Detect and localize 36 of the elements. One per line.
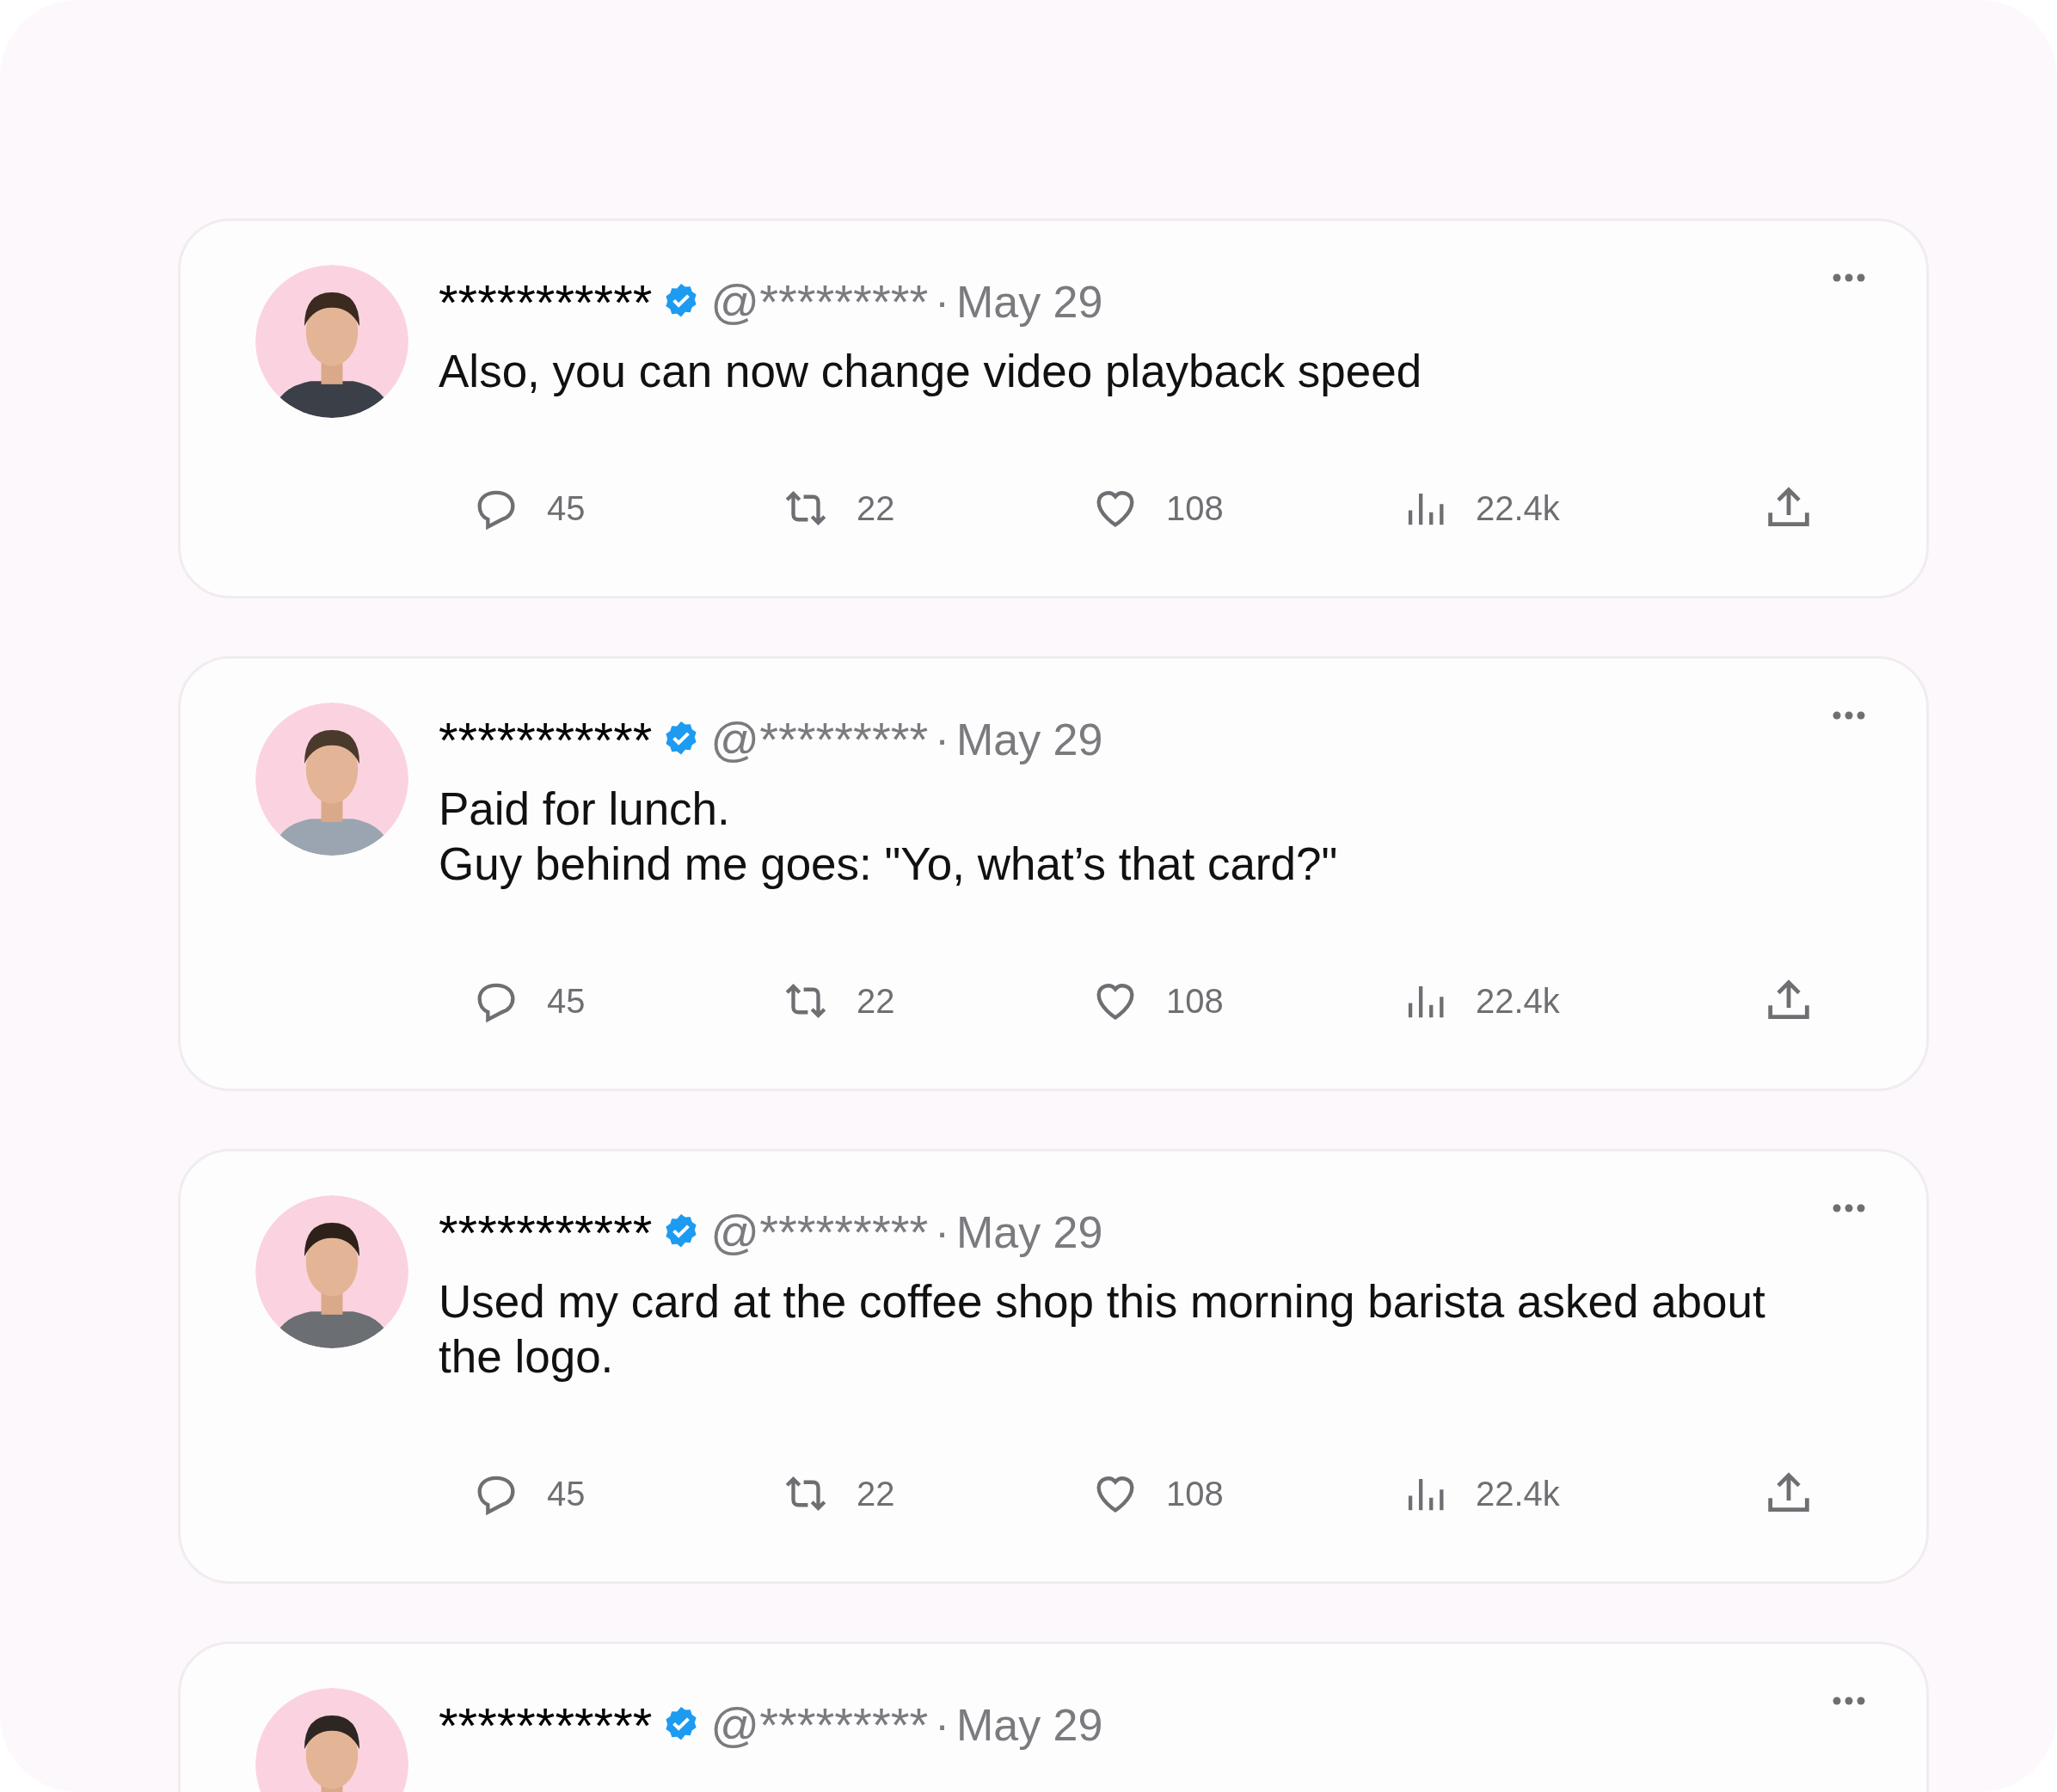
post-date[interactable]: May 29	[955, 1691, 1103, 1758]
replies-count: 45	[547, 1474, 586, 1514]
views-count: 22.4k	[1476, 981, 1560, 1022]
more-options-icon[interactable]	[1832, 273, 1866, 283]
post-date[interactable]: May 29	[955, 268, 1103, 335]
author-name[interactable]: ***********	[439, 1194, 653, 1270]
views-count: 22.4k	[1476, 1474, 1560, 1514]
likes-count: 108	[1166, 1474, 1224, 1514]
likes-count: 108	[1166, 981, 1224, 1022]
author-handle[interactable]: @*********	[710, 1689, 929, 1761]
reposts-count: 22	[857, 488, 895, 529]
replies-count: 45	[547, 488, 586, 529]
reposts-count: 22	[857, 981, 895, 1022]
more-options-icon[interactable]	[1832, 710, 1866, 721]
reposts-count: 22	[857, 1474, 895, 1514]
more-options-icon[interactable]	[1832, 1203, 1866, 1213]
author-name[interactable]: ***********	[439, 1687, 653, 1763]
post-text: Also, you can now change video playback speed	[439, 345, 1423, 398]
separator: ·	[935, 276, 949, 328]
post-text: Guy behind me goes: "Yo, what’s that card?"	[439, 838, 1339, 891]
separator: ·	[935, 1206, 949, 1258]
post-text: Paid for lunch.	[439, 782, 731, 836]
author-name[interactable]: ***********	[439, 264, 653, 340]
replies-count: 45	[547, 981, 586, 1022]
author-handle[interactable]: @*********	[710, 266, 929, 338]
separator: ·	[935, 1699, 949, 1751]
author-handle[interactable]: @*********	[710, 703, 929, 776]
views-count: 22.4k	[1476, 488, 1560, 529]
post-text: Used my card at the coffee shop this morning barista asked about the logo.	[439, 1275, 1766, 1384]
post-date[interactable]: May 29	[955, 706, 1103, 773]
post-date[interactable]: May 29	[955, 1199, 1103, 1266]
separator: ·	[935, 714, 949, 765]
more-options-icon[interactable]	[1832, 1696, 1866, 1706]
author-handle[interactable]: @*********	[710, 1196, 929, 1268]
likes-count: 108	[1166, 488, 1224, 529]
author-name[interactable]: ***********	[439, 702, 653, 777]
